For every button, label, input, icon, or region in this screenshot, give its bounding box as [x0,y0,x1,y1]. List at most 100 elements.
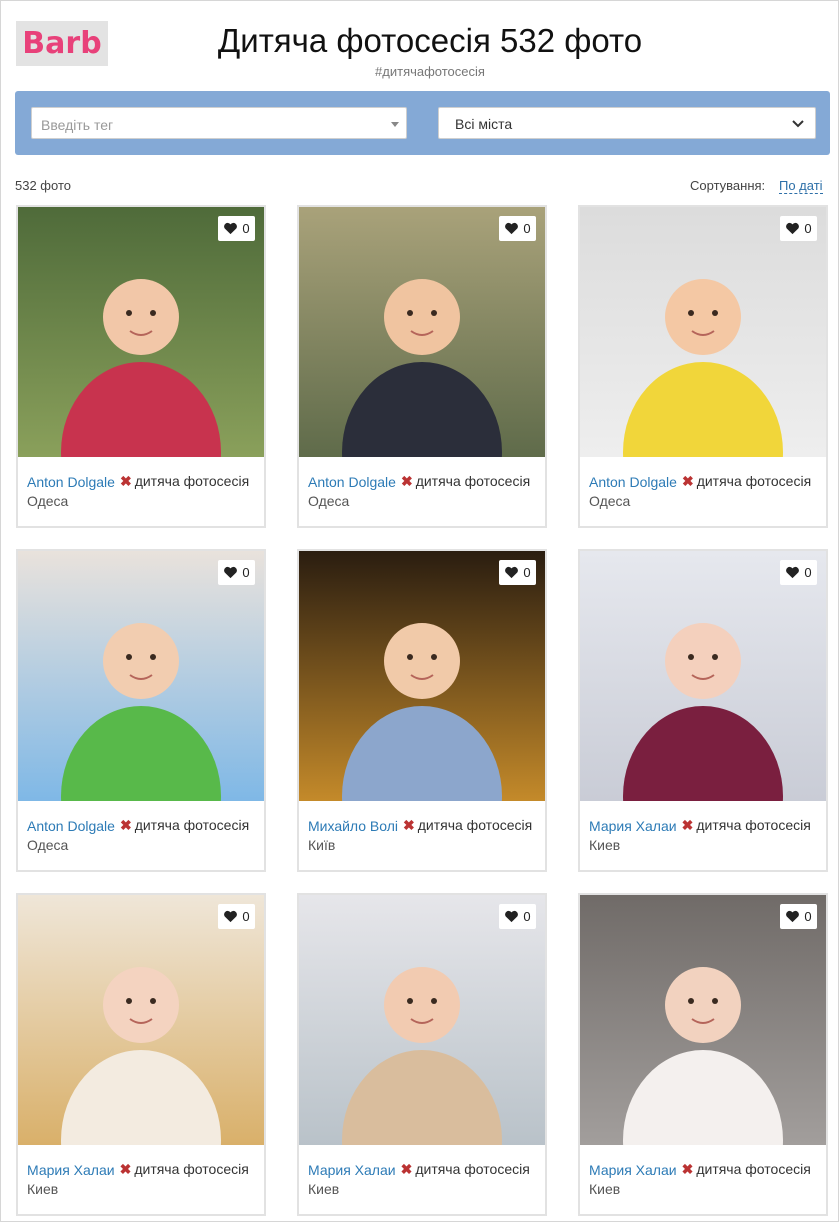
card-photo[interactable]: 0 [299,895,545,1145]
heart-icon [505,910,519,923]
card-city: Київ [308,837,336,853]
filter-bar: Введіть тег Всі міста [15,91,830,155]
like-button[interactable]: 0 [218,560,255,585]
tag-search-input[interactable]: Введіть тег [31,107,407,139]
photo-card[interactable]: 0 Михайло Волі ✖ дитяча фотосесія Київ [297,549,547,872]
photo-tag[interactable]: дитяча фотосесія [135,473,249,489]
card-city: Киев [589,1181,621,1197]
tag-input-placeholder: Введіть тег [41,117,114,133]
photo-card[interactable]: 0 Anton Dolgale ✖ дитяча фотосесія Одеса [297,205,547,528]
author-link[interactable]: Мария Халаи [589,1162,677,1178]
heart-icon [786,566,800,579]
card-photo[interactable]: 0 [580,207,826,457]
like-count: 0 [804,565,812,580]
card-city: Одеса [27,837,69,853]
results-count: 532 фото [15,178,71,193]
like-button[interactable]: 0 [499,904,536,929]
like-button[interactable]: 0 [780,560,817,585]
sort-by-date-link[interactable]: По даті [779,178,823,194]
card-photo[interactable]: 0 [580,551,826,801]
like-button[interactable]: 0 [780,904,817,929]
page-hashtag: #дитячафотосесія [375,64,485,79]
author-link[interactable]: Мария Халаи [589,818,677,834]
like-button[interactable]: 0 [218,904,255,929]
photo-tag[interactable]: дитяча фотосесія [416,473,530,489]
like-count: 0 [804,909,812,924]
card-meta: Anton Dolgale ✖ дитяча фотосесія [27,473,259,490]
card-photo[interactable]: 0 [580,895,826,1145]
like-count: 0 [523,221,531,236]
close-icon[interactable]: ✖ [682,817,694,833]
heart-icon [224,222,238,235]
card-meta: Мария Халаи ✖ дитяча фотосесія [589,1161,821,1178]
photo-tag[interactable]: дитяча фотосесія [418,817,532,833]
photo-card[interactable]: 0 Мария Халаи ✖ дитяча фотосесія Киев [578,893,828,1216]
card-photo[interactable]: 0 [18,895,264,1145]
city-select[interactable]: Всі міста [438,107,816,139]
photo-card[interactable]: 0 Anton Dolgale ✖ дитяча фотосесія Одеса [16,205,266,528]
chevron-down-icon [792,120,804,128]
photo-tag[interactable]: дитяча фотосесія [134,1161,248,1177]
sort-label: Сортування: [690,178,766,193]
author-link[interactable]: Anton Dolgale [308,474,396,490]
close-icon[interactable]: ✖ [403,817,415,833]
photo-tag[interactable]: дитяча фотосесія [696,1161,810,1177]
close-icon[interactable]: ✖ [120,473,132,489]
card-city: Одеса [308,493,350,509]
author-link[interactable]: Мария Халаи [308,1162,396,1178]
like-count: 0 [242,565,250,580]
like-button[interactable]: 0 [499,560,536,585]
close-icon[interactable]: ✖ [120,1161,132,1177]
photo-card[interactable]: 0 Мария Халаи ✖ дитяча фотосесія Киев [16,893,266,1216]
like-count: 0 [523,565,531,580]
like-count: 0 [804,221,812,236]
like-button[interactable]: 0 [780,216,817,241]
like-button[interactable]: 0 [218,216,255,241]
page-title: Дитяча фотосесія 532 фото [217,22,643,59]
photo-tag[interactable]: дитяча фотосесія [415,1161,529,1177]
card-city: Киев [27,1181,59,1197]
card-photo[interactable]: 0 [18,207,264,457]
card-city: Одеса [589,493,631,509]
photo-tag[interactable]: дитяча фотосесія [697,473,811,489]
card-city: Одеса [27,493,69,509]
card-photo[interactable]: 0 [299,207,545,457]
caret-down-icon[interactable] [391,122,399,127]
photo-card[interactable]: 0 Мария Халаи ✖ дитяча фотосесія Киев [297,893,547,1216]
card-meta: Мария Халаи ✖ дитяча фотосесія [589,817,821,834]
author-link[interactable]: Anton Dolgale [589,474,677,490]
heart-icon [786,222,800,235]
author-link[interactable]: Михайло Волі [308,818,398,834]
site-logo[interactable]: Barb [16,21,108,66]
photo-card[interactable]: 0 Anton Dolgale ✖ дитяча фотосесія Одеса [578,205,828,528]
card-meta: Anton Dolgale ✖ дитяча фотосесія [589,473,821,490]
photo-card[interactable]: 0 Anton Dolgale ✖ дитяча фотосесія Одеса [16,549,266,872]
close-icon[interactable]: ✖ [682,1161,694,1177]
card-photo[interactable]: 0 [18,551,264,801]
photo-card[interactable]: 0 Мария Халаи ✖ дитяча фотосесія Киев [578,549,828,872]
card-meta: Мария Халаи ✖ дитяча фотосесія [27,1161,259,1178]
card-city: Киев [308,1181,340,1197]
close-icon[interactable]: ✖ [682,473,694,489]
author-link[interactable]: Мария Халаи [27,1162,115,1178]
heart-icon [224,566,238,579]
card-meta: Anton Dolgale ✖ дитяча фотосесія [308,473,540,490]
close-icon[interactable]: ✖ [401,473,413,489]
heart-icon [505,222,519,235]
card-photo[interactable]: 0 [299,551,545,801]
like-button[interactable]: 0 [499,216,536,241]
card-meta: Anton Dolgale ✖ дитяча фотосесія [27,817,259,834]
photo-tag[interactable]: дитяча фотосесія [696,817,810,833]
heart-icon [505,566,519,579]
city-select-value: Всі міста [455,116,513,132]
card-meta: Михайло Волі ✖ дитяча фотосесія [308,817,540,834]
like-count: 0 [242,221,250,236]
photo-tag[interactable]: дитяча фотосесія [135,817,249,833]
heart-icon [224,910,238,923]
close-icon[interactable]: ✖ [401,1161,413,1177]
author-link[interactable]: Anton Dolgale [27,818,115,834]
author-link[interactable]: Anton Dolgale [27,474,115,490]
close-icon[interactable]: ✖ [120,817,132,833]
like-count: 0 [523,909,531,924]
heart-icon [786,910,800,923]
